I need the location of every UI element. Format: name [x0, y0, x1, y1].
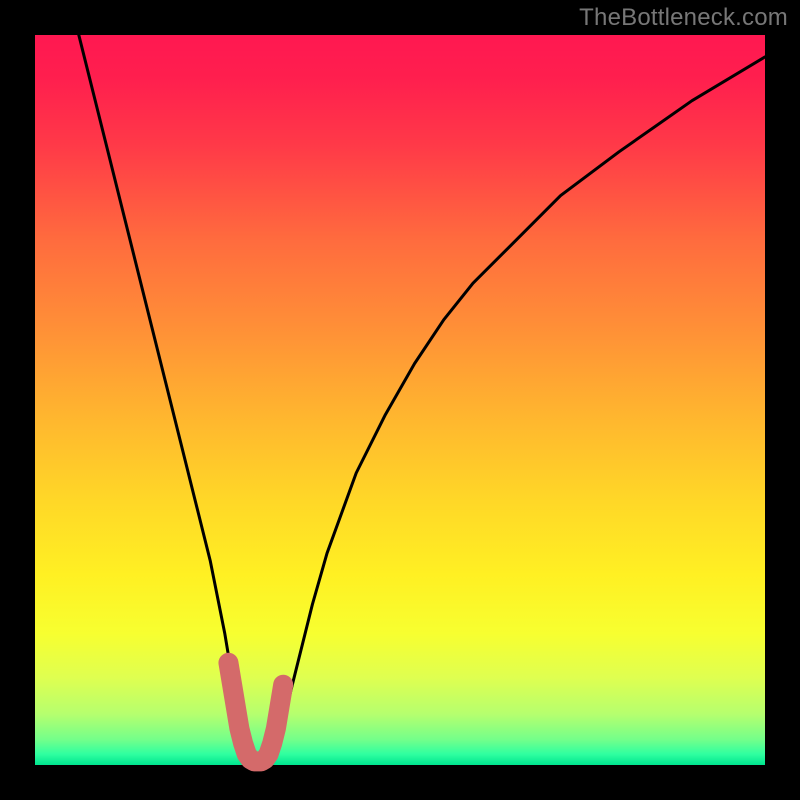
bottleneck-chart: [0, 0, 800, 800]
plot-background: [35, 35, 765, 765]
chart-frame: TheBottleneck.com: [0, 0, 800, 800]
watermark-text: TheBottleneck.com: [579, 4, 788, 32]
